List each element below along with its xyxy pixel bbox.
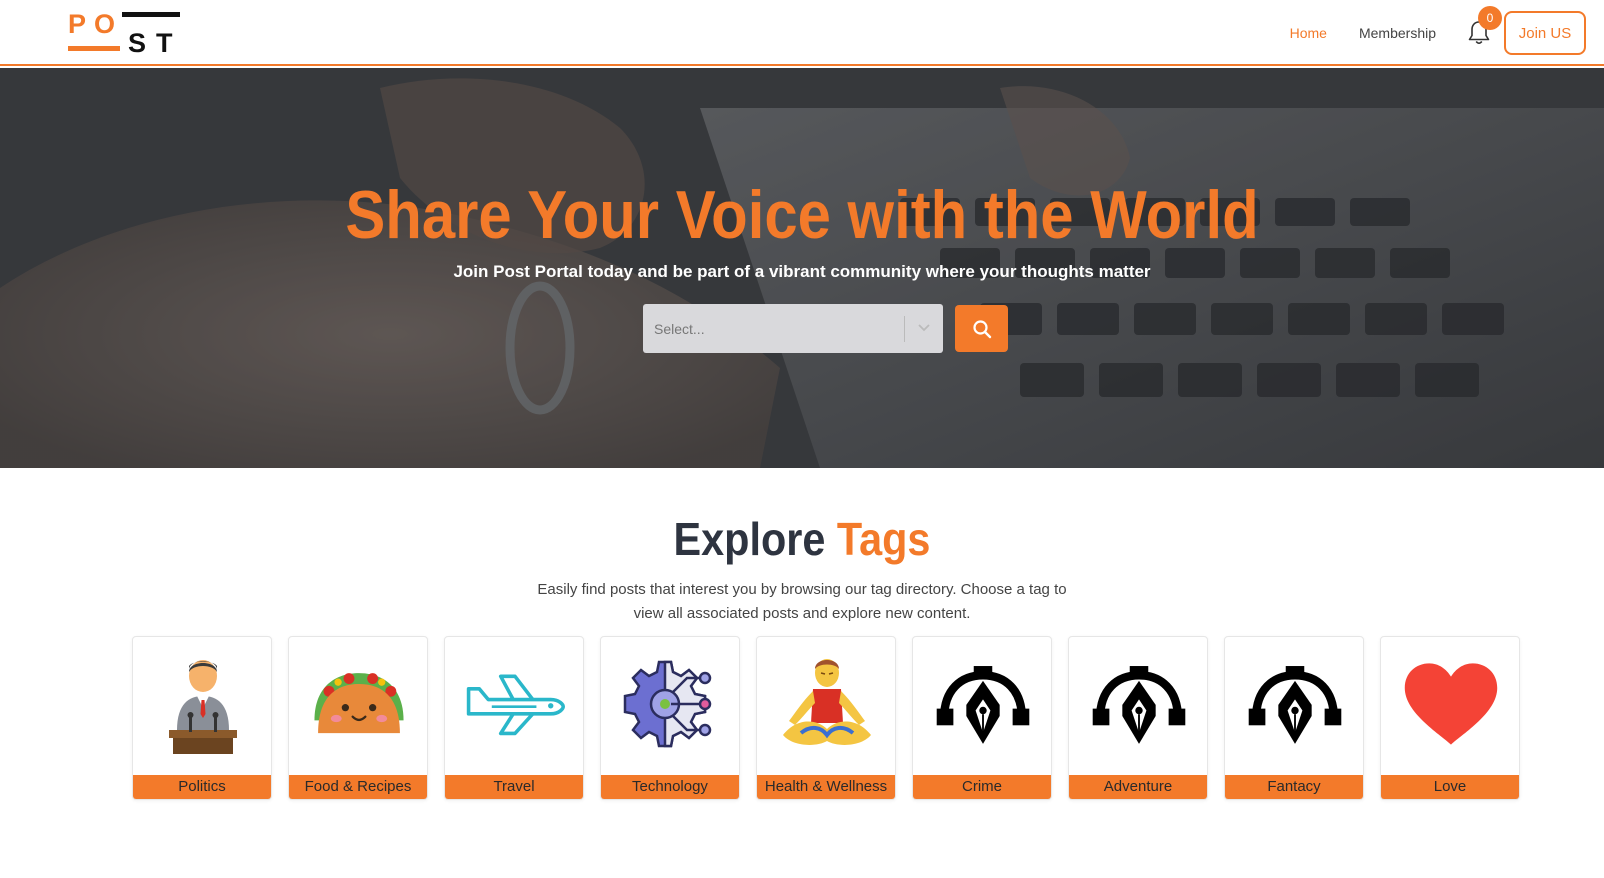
pen-nib-icon [933,651,1033,757]
tag-label: Adventure [1069,775,1207,799]
tag-card-politics[interactable]: Politics [132,636,272,800]
explore-heading-word: Explore [673,513,826,565]
tag-label: Travel [445,775,583,799]
pen-nib-icon [1089,651,1189,757]
nav-home-link[interactable]: Home [1290,25,1327,41]
tag-label: Crime [913,775,1051,799]
tag-card-technology[interactable]: Technology [600,636,740,800]
tag-card-health-wellness[interactable]: Health & Wellness [756,636,896,800]
tag-label: Politics [133,775,271,799]
pen-nib-icon [1245,651,1345,757]
tag-card-travel[interactable]: Travel [444,636,584,800]
tag-label: Food & Recipes [289,775,427,799]
tag-card-fantacy[interactable]: Fantacy [1224,636,1364,800]
select-placeholder: Select... [654,320,705,337]
post-logo[interactable]: PO ST [68,9,182,55]
tag-select-dropdown[interactable]: Select... [643,304,943,353]
tag-search: Select... [643,304,1008,353]
notification-count-badge: 0 [1478,6,1502,30]
tag-card-food-recipes[interactable]: Food & Recipes [288,636,428,800]
tag-label: Technology [601,775,739,799]
explore-description: Easily find posts that interest you by b… [537,581,1067,622]
heart-icon [1401,651,1501,757]
hero-banner: Share Your Voice with the World Join Pos… [0,68,1604,468]
tag-card-adventure[interactable]: Adventure [1068,636,1208,800]
search-icon [972,319,991,338]
notifications-bell[interactable]: 0 [1468,6,1502,46]
nav-links: Home Membership 0 Join US [1290,0,1586,66]
svg-text:ST: ST [128,28,182,55]
hero-subtitle: Join Post Portal today and be part of a … [453,262,1151,281]
meditation-icon [777,651,877,757]
gear-circuit-icon [621,651,721,757]
taco-icon [309,651,409,757]
join-us-button[interactable]: Join US [1504,11,1586,55]
tag-card-love[interactable]: Love [1380,636,1520,800]
select-separator [904,316,905,342]
tag-card-crime[interactable]: Crime [912,636,1052,800]
tag-label: Health & Wellness [757,775,895,799]
explore-tags-heading: Explore Tags [80,512,1524,566]
tag-grid: Politics Food & Recipes Travel Technolog… [132,636,1520,800]
svg-text:PO: PO [68,9,123,39]
tag-label: Fantacy [1225,775,1363,799]
tag-label: Love [1381,775,1519,799]
chevron-down-icon [918,324,930,332]
politician-icon [153,651,253,757]
airplane-icon [465,651,565,757]
hero-title: Share Your Voice with the World [345,177,1259,253]
search-button[interactable] [955,305,1008,352]
nav-membership-link[interactable]: Membership [1359,25,1436,41]
tags-heading-word: Tags [836,513,931,565]
navbar: PO ST Home Membership 0 Join US [0,0,1604,66]
